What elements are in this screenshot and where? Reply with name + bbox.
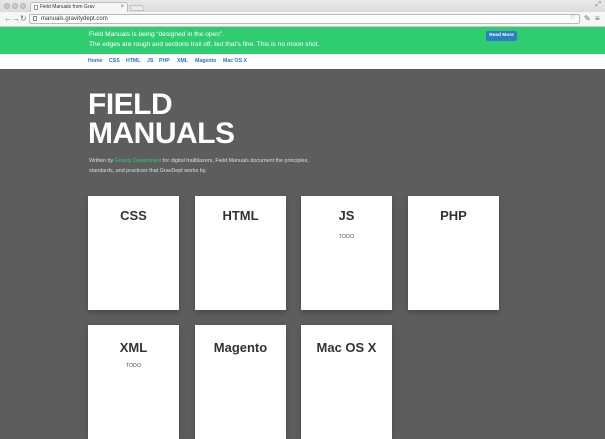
intro-text-start: Written by: [89, 158, 115, 164]
card-xml[interactable]: XML TODO: [88, 325, 179, 439]
card-title: XML: [119, 340, 148, 355]
forward-icon[interactable]: →: [12, 13, 20, 25]
nav-php[interactable]: PHP: [159, 58, 170, 64]
url-text: manuals.gravitydept.com: [41, 16, 108, 22]
card-todo-note: TODO: [125, 363, 142, 369]
menu-icon[interactable]: ≡: [595, 13, 600, 25]
bookmark-star-icon[interactable]: ☆: [570, 14, 576, 22]
reload-icon[interactable]: ↻: [20, 13, 27, 25]
read-more-button[interactable]: Read More: [486, 31, 517, 41]
card-php[interactable]: PHP: [408, 196, 499, 310]
browser-toolbar: ← → ↻ manuals.gravitydept.com ☆ ✎ ≡: [0, 12, 605, 27]
nav-macosx[interactable]: Mac OS X: [223, 58, 247, 64]
card-title: Mac OS X: [316, 340, 377, 355]
fullscreen-icon[interactable]: ⤢: [595, 1, 601, 9]
gravity-department-link[interactable]: Gravity Department: [115, 158, 162, 164]
close-window-icon[interactable]: [4, 3, 10, 9]
page-icon: [33, 16, 37, 21]
page-title: FIELD MANUALS: [88, 88, 288, 150]
new-tab-button[interactable]: [128, 5, 146, 11]
card-title: PHP: [440, 208, 467, 223]
banner-line-1: Field Manuals is being “designed in the …: [89, 31, 224, 38]
site-nav: Home CSS HTML JS PHP XML Magento Mac OS …: [0, 54, 605, 69]
nav-html[interactable]: HTML: [126, 58, 140, 64]
nav-xml[interactable]: XML: [177, 58, 188, 64]
card-title: JS: [338, 208, 355, 223]
zoom-window-icon[interactable]: [20, 3, 26, 9]
card-js[interactable]: JS TODO: [301, 196, 392, 310]
nav-js[interactable]: JS: [147, 58, 153, 64]
wrench-icon[interactable]: ✎: [584, 13, 591, 25]
intro-text: Written by Gravity Department for digita…: [89, 157, 329, 176]
nav-magento[interactable]: Magento: [195, 58, 216, 64]
address-bar[interactable]: manuals.gravitydept.com ☆: [29, 14, 580, 24]
page-title-line-1: FIELD: [88, 88, 173, 121]
minimize-window-icon[interactable]: [12, 3, 18, 9]
nav-home[interactable]: Home: [88, 58, 102, 64]
page-title-line-2: MANUALS: [88, 117, 235, 150]
card-html[interactable]: HTML: [195, 196, 286, 310]
banner-line-2: The edges are rough and sections trail o…: [89, 41, 320, 48]
back-icon[interactable]: ←: [4, 13, 12, 25]
page-favicon-icon: [34, 5, 38, 10]
card-title: HTML: [222, 208, 259, 223]
close-tab-icon[interactable]: ×: [120, 3, 124, 12]
card-title: Magento: [213, 340, 268, 355]
card-macosx[interactable]: Mac OS X: [301, 325, 392, 439]
browser-titlebar: Field Manuals from Grav × ⤢: [0, 0, 605, 13]
tab-title: Field Manuals from Grav: [40, 4, 95, 10]
card-css[interactable]: CSS: [88, 196, 179, 310]
nav-css[interactable]: CSS: [109, 58, 120, 64]
announcement-banner: Field Manuals is being “designed in the …: [0, 27, 605, 54]
card-todo-note: TODO: [338, 234, 355, 240]
card-title: CSS: [120, 208, 147, 223]
card-magento[interactable]: Magento: [195, 325, 286, 439]
